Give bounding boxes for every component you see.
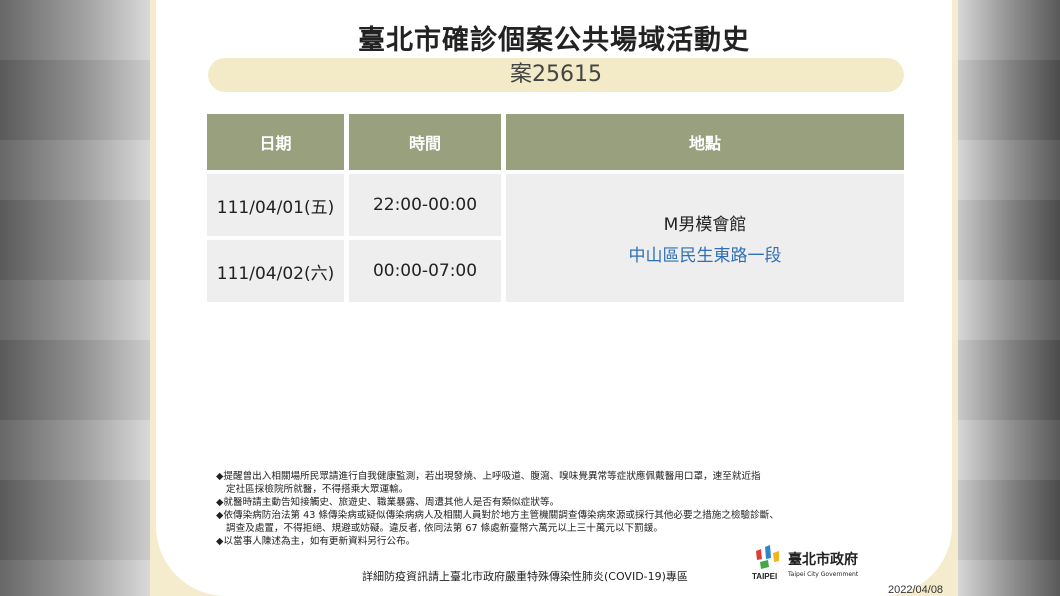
notice-line: 定社區採檢院所就醫，不得搭乘大眾運輸。 (226, 484, 409, 495)
row-2-date: 111/04/02(六) (207, 240, 344, 302)
date-stamp: 2022/04/08 (888, 584, 944, 596)
taipei-logo-icon: TAIPEI (752, 545, 782, 581)
case-number-bar: 案25615 (208, 58, 904, 92)
logo-chinese-name: 臺北市政府 (788, 551, 858, 568)
location-address: 中山區民生東路一段 (628, 246, 782, 266)
notice-line: ◆提醒曾出入相關場所民眾請進行自我健康監測，若出現發燒、上呼吸道、腹瀉、嗅味覺異… (216, 471, 761, 482)
notice-line: ◆就醫時請主動告知接觸史、旅遊史、職業暴露、周遭其他人是否有類似症狀等。 (216, 497, 560, 508)
notice-line: ◆依傳染病防治法第 43 條傳染病或疑似傳染病病人及相關人員對於地方主管機關調查… (216, 510, 779, 521)
footer-info: 詳細防疫資訊請上臺北市政府嚴重特殊傳染性肺炎(COVID-19)專區 (362, 570, 688, 583)
header-date: 日期 (207, 114, 344, 170)
logo-brand-text: TAIPEI (752, 572, 777, 581)
poster-card: 臺北市確診個案公共場域活動史 案25615 日期 時間 地點 111/04/01… (156, 0, 952, 596)
notice-line: 調查及處置，不得拒絕、規避或妨礙。違反者, 依同法第 67 條處新臺幣六萬元以上… (226, 523, 663, 534)
taipei-city-logo: TAIPEI 臺北市政府 Taipei City Government (752, 545, 858, 581)
header-time: 時間 (349, 114, 501, 170)
row-1-date: 111/04/01(五) (207, 174, 344, 236)
blurred-background-left (0, 0, 150, 596)
location-name: M男模會館 (663, 215, 747, 235)
poster-title: 臺北市確診個案公共場域活動史 (358, 25, 750, 56)
location-cell: M男模會館 中山區民生東路一段 (506, 174, 904, 302)
blurred-background-right (958, 0, 1060, 596)
row-2-time: 00:00-07:00 (349, 240, 501, 302)
poster: 臺北市確診個案公共場域活動史 案25615 日期 時間 地點 111/04/01… (150, 0, 958, 596)
notice-list: ◆提醒曾出入相關場所民眾請進行自我健康監測，若出現發燒、上呼吸道、腹瀉、嗅味覺異… (216, 470, 916, 548)
row-1-time: 22:00-00:00 (349, 174, 501, 236)
header-place: 地點 (506, 114, 904, 170)
logo-english-name: Taipei City Government (788, 570, 859, 578)
